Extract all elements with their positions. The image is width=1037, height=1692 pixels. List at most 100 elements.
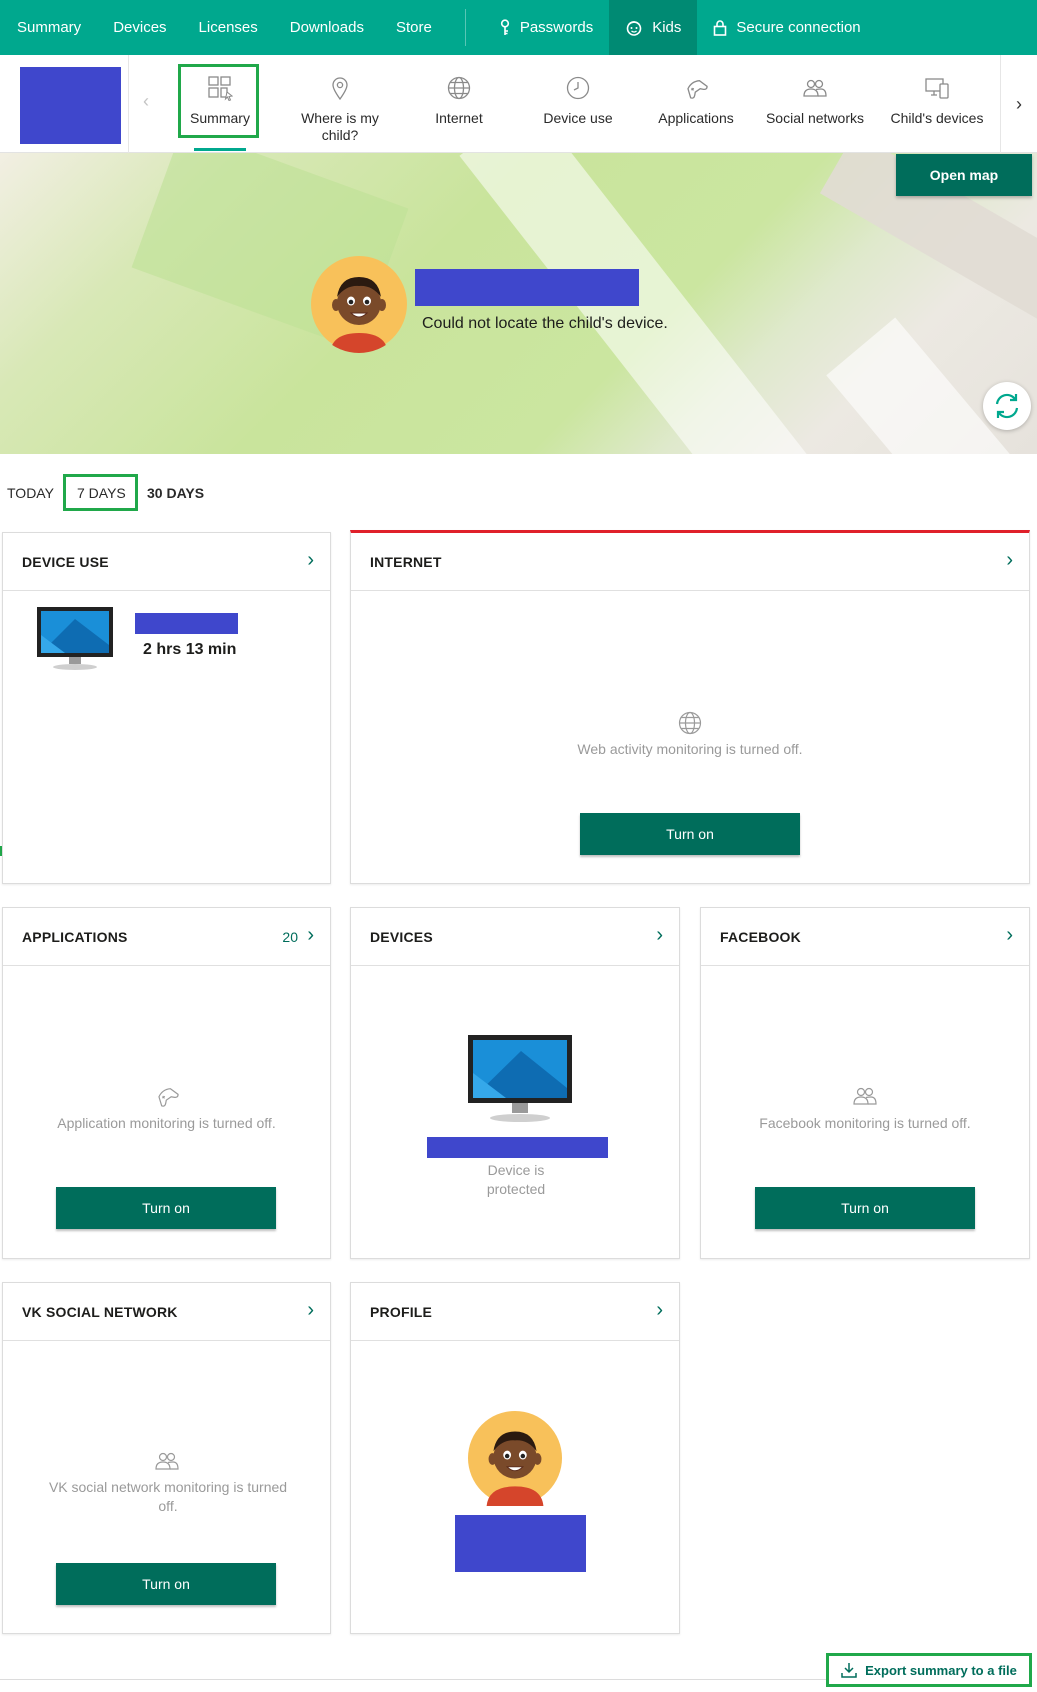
applications-turn-on-button[interactable]: Turn on bbox=[56, 1187, 276, 1229]
tab-social-networks[interactable]: Social networks bbox=[760, 55, 870, 153]
vk-monitoring-message: VK social network monitoring is turned o… bbox=[48, 1479, 288, 1514]
tab-social-networks-label: Social networks bbox=[765, 110, 865, 126]
nav-store[interactable]: Store bbox=[380, 0, 448, 55]
child-avatar-icon bbox=[467, 1410, 563, 1506]
profile-name-redacted bbox=[455, 1515, 586, 1572]
chevron-right-icon[interactable]: › bbox=[307, 1299, 314, 1322]
card-title: APPLICATIONS bbox=[22, 929, 128, 945]
open-map-button[interactable]: Open map bbox=[896, 154, 1032, 196]
card-title: DEVICES bbox=[370, 929, 433, 945]
seven-days-highlight bbox=[63, 474, 138, 511]
tab-device-use[interactable]: Device use bbox=[528, 55, 628, 153]
applications-monitoring-message: Application monitoring is turned off. bbox=[57, 1115, 276, 1131]
tab-childs-devices-label: Child's devices bbox=[890, 110, 984, 126]
tab-childs-devices[interactable]: Child's devices bbox=[882, 55, 992, 153]
card-applications: APPLICATIONS 20 › Application monitoring… bbox=[2, 907, 331, 1259]
people-icon bbox=[154, 1452, 179, 1470]
card-facebook: FACEBOOK › Facebook monitoring is turned… bbox=[700, 907, 1030, 1259]
nav-licenses[interactable]: Licenses bbox=[183, 0, 274, 55]
tab-where-is-my-child-label: Where is my child? bbox=[301, 110, 379, 143]
people-icon bbox=[802, 75, 828, 101]
tab-applications[interactable]: Applications bbox=[646, 55, 746, 153]
globe-icon bbox=[678, 711, 702, 735]
nav-kids[interactable]: Kids bbox=[609, 0, 698, 55]
card-devices: DEVICES › Device is protected bbox=[350, 907, 680, 1259]
chevron-right-icon[interactable]: › bbox=[307, 924, 314, 947]
people-icon bbox=[853, 1087, 877, 1105]
nav-downloads[interactable]: Downloads bbox=[274, 0, 380, 55]
nav-divider bbox=[464, 9, 466, 46]
scroll-right-arrow-icon[interactable]: › bbox=[1000, 55, 1037, 153]
gamepad-icon bbox=[157, 1088, 179, 1107]
locate-status-message: Could not locate the child's device. bbox=[422, 315, 668, 332]
period-30-days[interactable]: 30 DAYS bbox=[147, 485, 204, 501]
card-header[interactable]: DEVICE USE › bbox=[3, 533, 330, 591]
download-icon bbox=[841, 1662, 857, 1678]
refresh-icon bbox=[995, 393, 1019, 419]
nav-summary[interactable]: Summary bbox=[0, 0, 97, 55]
nav-passwords[interactable]: Passwords bbox=[483, 0, 609, 55]
card-title: VK SOCIAL NETWORK bbox=[22, 1304, 178, 1320]
export-summary-label: Export summary to a file bbox=[865, 1662, 1017, 1678]
child-sub-navigation: ‹ Summary Where is my child? Internet De… bbox=[0, 55, 1037, 153]
chevron-right-icon[interactable]: › bbox=[656, 1299, 663, 1322]
vk-turn-on-button[interactable]: Turn on bbox=[56, 1563, 276, 1605]
card-title: DEVICE USE bbox=[22, 554, 109, 570]
chevron-right-icon[interactable]: › bbox=[656, 924, 663, 947]
tab-internet-label: Internet bbox=[435, 110, 483, 126]
device-use-duration: 2 hrs 13 min bbox=[143, 641, 237, 658]
card-header[interactable]: PROFILE › bbox=[351, 1283, 679, 1341]
monitor-icon bbox=[37, 607, 113, 670]
tab-applications-label: Applications bbox=[658, 110, 734, 126]
chevron-right-icon[interactable]: › bbox=[307, 549, 314, 572]
clock-icon bbox=[565, 75, 591, 101]
gamepad-icon bbox=[683, 75, 709, 101]
card-profile: PROFILE › bbox=[350, 1282, 680, 1634]
tab-device-use-label: Device use bbox=[543, 110, 613, 126]
key-icon bbox=[499, 19, 511, 36]
subbar-divider bbox=[128, 55, 129, 153]
child-name-redacted bbox=[415, 269, 639, 306]
tab-internet[interactable]: Internet bbox=[409, 55, 509, 153]
card-header[interactable]: DEVICES › bbox=[351, 908, 679, 966]
summary-tab-highlight bbox=[178, 64, 259, 138]
child-avatar-icon bbox=[311, 256, 407, 353]
kids-icon bbox=[625, 20, 643, 36]
card-header[interactable]: VK SOCIAL NETWORK › bbox=[3, 1283, 330, 1341]
internet-monitoring-message: Web activity monitoring is turned off. bbox=[577, 741, 803, 757]
period-today[interactable]: TODAY bbox=[7, 485, 54, 501]
facebook-monitoring-message: Facebook monitoring is turned off. bbox=[759, 1115, 971, 1131]
tab-where-is-my-child[interactable]: Where is my child? bbox=[290, 55, 390, 153]
scroll-left-arrow-icon[interactable]: ‹ bbox=[136, 91, 156, 117]
location-pin-icon bbox=[327, 75, 353, 101]
nav-kids-label: Kids bbox=[652, 19, 682, 36]
monitor-icon bbox=[468, 1035, 572, 1122]
lock-icon bbox=[713, 19, 727, 36]
applications-count[interactable]: 20 bbox=[282, 929, 298, 945]
card-title: FACEBOOK bbox=[720, 929, 801, 945]
nav-devices[interactable]: Devices bbox=[97, 0, 182, 55]
chevron-right-icon[interactable]: › bbox=[1006, 924, 1013, 947]
export-summary-button[interactable]: Export summary to a file bbox=[826, 1653, 1032, 1687]
child-avatar-redacted[interactable] bbox=[20, 67, 121, 144]
facebook-turn-on-button[interactable]: Turn on bbox=[755, 1187, 975, 1229]
card-device-use: DEVICE USE › 2 hrs 13 min bbox=[2, 532, 331, 884]
device-name-redacted bbox=[135, 613, 238, 634]
nav-secure-connection[interactable]: Secure connection bbox=[697, 0, 876, 55]
internet-turn-on-button[interactable]: Turn on bbox=[580, 813, 800, 855]
top-navigation: Summary Devices Licenses Downloads Store… bbox=[0, 0, 1037, 55]
nav-secure-connection-label: Secure connection bbox=[736, 19, 861, 36]
card-header[interactable]: APPLICATIONS 20 › bbox=[3, 908, 330, 966]
active-tab-indicator bbox=[194, 148, 246, 151]
card-title: INTERNET bbox=[370, 554, 442, 570]
refresh-location-button[interactable] bbox=[983, 382, 1031, 430]
card-header[interactable]: FACEBOOK › bbox=[701, 908, 1029, 966]
globe-icon bbox=[446, 75, 472, 101]
card-title: PROFILE bbox=[370, 1304, 433, 1320]
footer-divider bbox=[0, 1679, 826, 1680]
card-vk-social-network: VK SOCIAL NETWORK › VK social network mo… bbox=[2, 1282, 331, 1634]
card-header[interactable]: INTERNET › bbox=[351, 533, 1029, 591]
device-name-redacted bbox=[427, 1137, 608, 1158]
chevron-right-icon[interactable]: › bbox=[1006, 549, 1013, 572]
devices-icon bbox=[924, 75, 950, 101]
